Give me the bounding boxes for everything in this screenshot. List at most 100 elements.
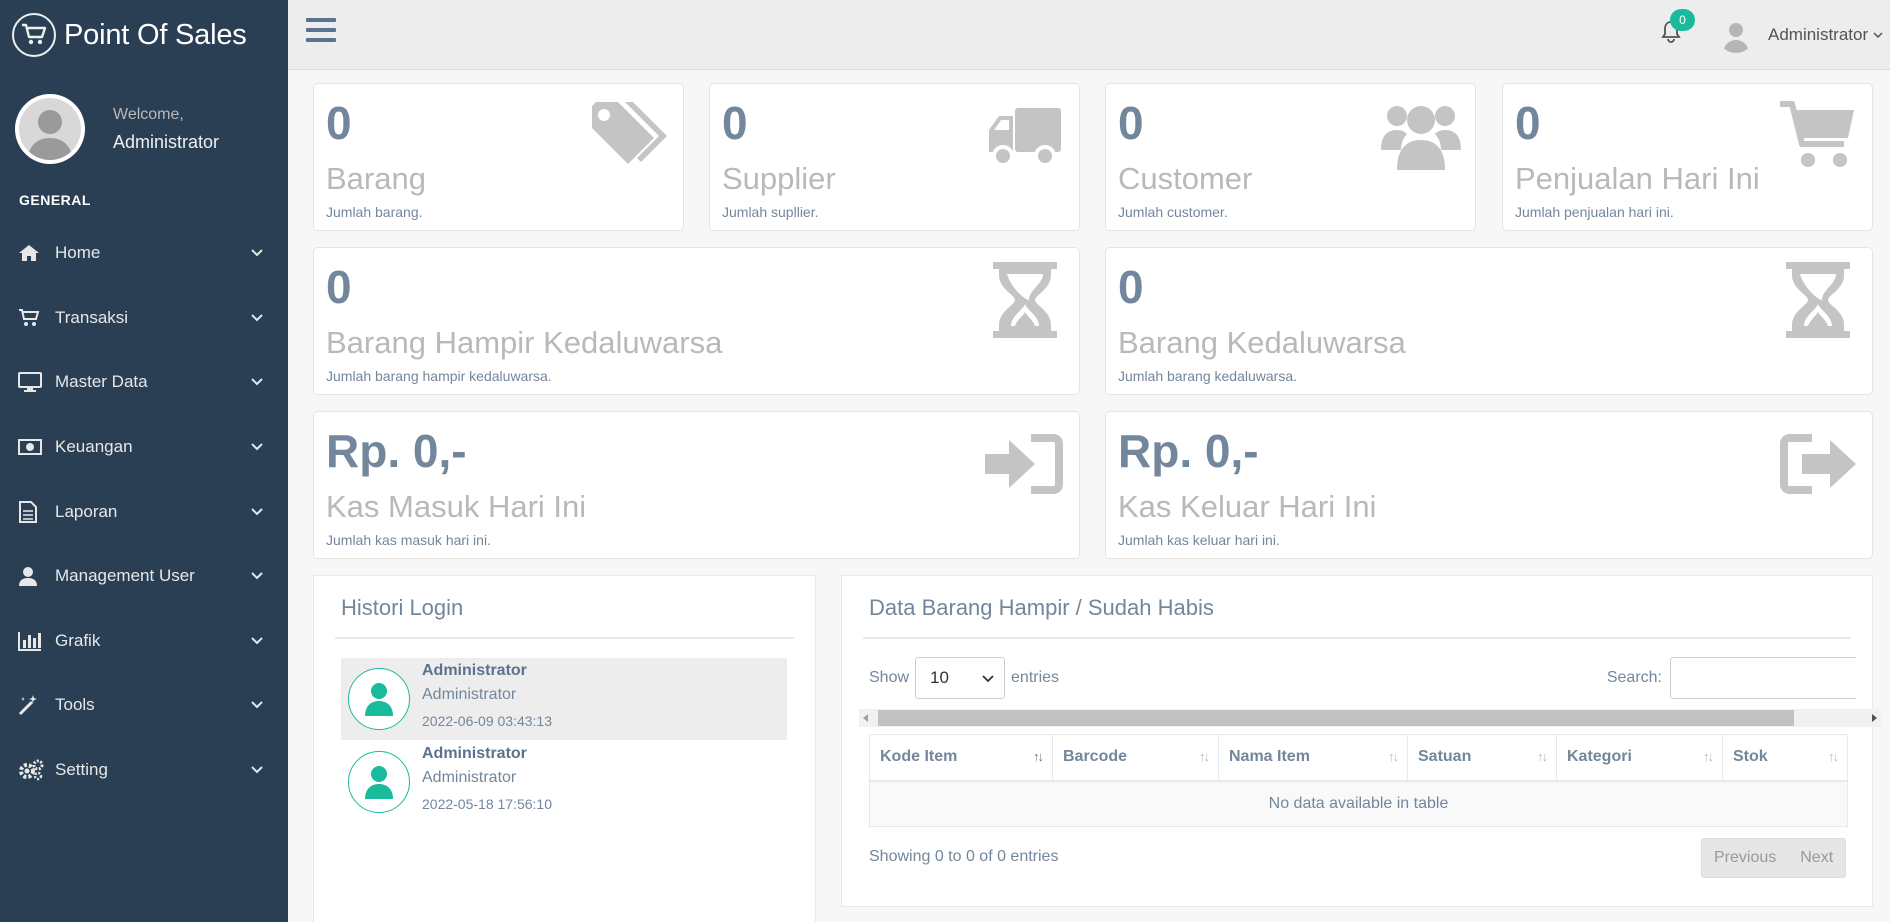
sort-icon: ↑↓ (1828, 749, 1839, 764)
page-length-control: Show 10 entries (869, 657, 1059, 699)
chevron-down-icon (251, 572, 263, 580)
column-header-kode-item[interactable]: Kode Item ↑↓ (869, 734, 1053, 782)
chevron-down-icon (982, 675, 994, 683)
top-navbar: 0 Administrator (288, 0, 1890, 70)
notification-badge: 0 (1670, 9, 1695, 31)
sidebar-item-master-data[interactable]: Master Data (0, 350, 288, 415)
next-button[interactable]: Next (1788, 839, 1845, 877)
user-icon (348, 751, 410, 813)
sidebar-profile: Welcome, Administrator (0, 70, 288, 188)
column-header-barcode[interactable]: Barcode ↑↓ (1052, 734, 1219, 782)
stat-description: Jumlah kas keluar hari ini. (1118, 532, 1280, 548)
sidebar-item-home[interactable]: Home (0, 221, 288, 286)
sidebar-item-label: Master Data (55, 372, 148, 392)
stat-count: 0 (326, 97, 352, 149)
chevron-down-icon (251, 378, 263, 386)
column-header-satuan[interactable]: Satuan ↑↓ (1407, 734, 1557, 782)
chevron-down-icon (251, 249, 263, 257)
cart-icon (12, 13, 56, 57)
stat-tile-kas-keluar: Rp. 0,- Kas Keluar Hari Ini Jumlah kas k… (1105, 411, 1873, 559)
scroll-left-icon[interactable] (863, 714, 868, 722)
user-menu[interactable]: Administrator (1718, 17, 1884, 53)
column-label: Barcode (1063, 748, 1128, 766)
sidebar-item-management-user[interactable]: Management User (0, 544, 288, 609)
page-length-value: 10 (930, 668, 949, 687)
stock-table: Kode Item ↑↓ Barcode ↑↓ Nama Item ↑↓ Satuan… (869, 734, 1848, 827)
stat-label: Barang (326, 161, 426, 196)
stat-tile-supplier: 0 Supplier Jumlah supllier. (709, 83, 1080, 231)
welcome-label: Welcome, (113, 105, 184, 123)
search-input[interactable] (1670, 657, 1856, 699)
stat-label: Supplier (722, 161, 836, 196)
stat-label: Barang Hampir Kedaluwarsa (326, 325, 723, 360)
pagination: Previous Next (1701, 838, 1847, 878)
chevron-down-icon (251, 507, 263, 516)
desktop-icon (18, 371, 44, 393)
bar-chart-icon (18, 630, 44, 652)
sort-icon: ↑↓ (1033, 749, 1044, 764)
hourglass-icon (1786, 262, 1850, 338)
file-icon (18, 500, 44, 523)
user-icon (18, 565, 44, 587)
sidebar-item-setting[interactable]: Setting (0, 738, 288, 803)
sort-icon: ↑↓ (1388, 749, 1399, 764)
stat-tile-customer: 0 Customer Jumlah customer. (1105, 83, 1476, 231)
sidebar: Point Of Sales Welcome, Administrator GE… (0, 0, 288, 922)
login-history-item[interactable]: Administrator Administrator 2022-06-09 0… (341, 658, 787, 740)
stat-count: Rp. 0,- (326, 425, 467, 477)
menu-section-title: GENERAL (19, 192, 91, 208)
chevron-down-icon (251, 314, 263, 322)
empty-table-message: No data available in table (869, 780, 1848, 827)
sidebar-item-transaksi[interactable]: Transaksi (0, 286, 288, 351)
stat-tile-kedaluwarsa: 0 Barang Kedaluwarsa Jumlah barang kedal… (1105, 247, 1873, 395)
tags-icon (592, 102, 667, 164)
column-label: Kategori (1567, 748, 1632, 766)
previous-button[interactable]: Previous (1702, 839, 1788, 877)
home-icon (18, 242, 44, 264)
login-timestamp: 2022-06-09 03:43:13 (422, 713, 552, 729)
login-role: Administrator (422, 769, 517, 786)
stat-tile-hampir-kedaluwarsa: 0 Barang Hampir Kedaluwarsa Jumlah baran… (313, 247, 1080, 395)
login-timestamp: 2022-05-18 17:56:10 (422, 796, 552, 812)
chevron-down-icon (251, 766, 263, 774)
login-history-item[interactable]: Administrator Administrator 2022-05-18 1… (341, 741, 787, 823)
sign-out-icon (1780, 434, 1856, 494)
page-length-select[interactable]: 10 (915, 657, 1006, 699)
sort-icon: ↑↓ (1537, 749, 1548, 764)
stat-count: 0 (326, 261, 352, 313)
sort-icon: ↑↓ (1199, 749, 1210, 764)
table-row: No data available in table (869, 780, 1848, 827)
column-header-kategori[interactable]: Kategori ↑↓ (1556, 734, 1723, 782)
cart-icon (1780, 101, 1854, 167)
stat-description: Jumlah supllier. (722, 204, 819, 220)
scroll-right-icon[interactable] (1872, 714, 1877, 722)
sidebar-item-keuangan[interactable]: Keuangan (0, 415, 288, 480)
cart-icon (18, 307, 44, 329)
column-header-stok[interactable]: Stok ↑↓ (1722, 734, 1848, 782)
stat-tile-kas-masuk: Rp. 0,- Kas Masuk Hari Ini Jumlah kas ma… (313, 411, 1080, 559)
chevron-down-icon (251, 443, 263, 451)
menu-toggle-button[interactable] (306, 18, 336, 48)
sidebar-item-label: Laporan (55, 501, 118, 521)
scrollbar-thumb[interactable] (878, 710, 1794, 726)
sidebar-item-laporan[interactable]: Laporan (0, 479, 288, 544)
sidebar-item-tools[interactable]: Tools (0, 673, 288, 738)
sidebar-item-label: Transaksi (55, 307, 129, 327)
divider (335, 637, 794, 639)
avatar (1718, 17, 1754, 53)
magic-wand-icon (18, 694, 44, 716)
column-label: Stok (1733, 748, 1768, 766)
sidebar-item-label: Management User (55, 566, 195, 586)
table-header-row: Kode Item ↑↓ Barcode ↑↓ Nama Item ↑↓ Satuan… (869, 734, 1848, 782)
stat-label: Customer (1118, 161, 1253, 196)
user-menu-name: Administrator (1768, 25, 1869, 44)
chevron-down-icon (251, 701, 263, 709)
sidebar-item-grafik[interactable]: Grafik (0, 609, 288, 674)
horizontal-scrollbar[interactable] (859, 709, 1881, 727)
stat-description: Jumlah barang. (326, 204, 423, 220)
column-header-nama-item[interactable]: Nama Item ↑↓ (1218, 734, 1408, 782)
stat-label: Barang Kedaluwarsa (1118, 325, 1406, 360)
brand[interactable]: Point Of Sales (0, 0, 288, 70)
login-username: Administrator (422, 745, 527, 762)
stat-description: Jumlah kas masuk hari ini. (326, 532, 491, 548)
